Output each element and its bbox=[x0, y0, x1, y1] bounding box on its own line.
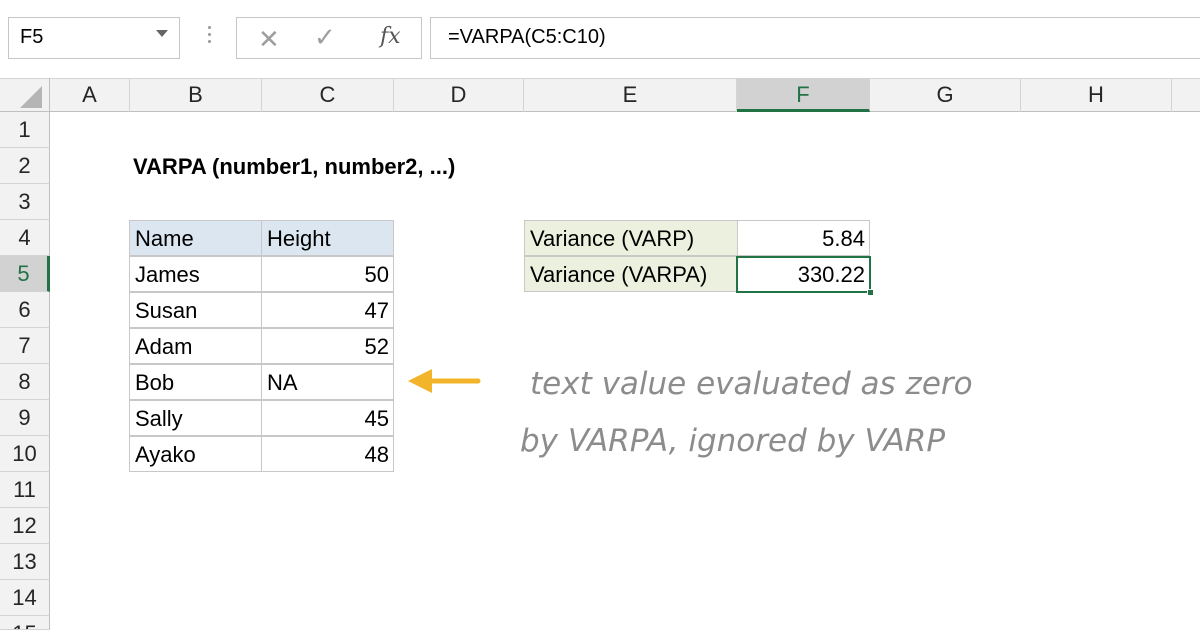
table-cell-name[interactable]: Ayako bbox=[129, 436, 262, 472]
row-header-8[interactable]: 8 bbox=[0, 364, 50, 400]
table-cell-height[interactable]: 45 bbox=[261, 400, 394, 436]
row-header-1[interactable]: 1 bbox=[0, 112, 50, 148]
column-header-c[interactable]: C bbox=[262, 78, 394, 112]
column-header-b[interactable]: B bbox=[130, 78, 262, 112]
column-header-g[interactable]: G bbox=[870, 78, 1021, 112]
column-header-h[interactable]: H bbox=[1021, 78, 1172, 112]
drag-handle-icon[interactable] bbox=[208, 26, 212, 50]
table-cell-name[interactable]: Susan bbox=[129, 292, 262, 328]
table-cell-height[interactable]: 47 bbox=[261, 292, 394, 328]
row-header-13[interactable]: 13 bbox=[0, 544, 50, 580]
table-cell-name[interactable]: Bob bbox=[129, 364, 262, 400]
table-cell-name[interactable]: James bbox=[129, 256, 262, 292]
column-header-a[interactable]: A bbox=[50, 78, 130, 112]
row-header-4[interactable]: 4 bbox=[0, 220, 50, 256]
table-header-height[interactable]: Height bbox=[261, 220, 394, 256]
row-header-7[interactable]: 7 bbox=[0, 328, 50, 364]
select-all-icon[interactable] bbox=[20, 86, 42, 108]
insert-function-icon[interactable]: fx bbox=[380, 24, 401, 49]
row-header-11[interactable]: 11 bbox=[0, 472, 50, 508]
row-header-5[interactable]: 5 bbox=[0, 256, 50, 292]
checkmark-icon[interactable]: ✓ bbox=[314, 22, 336, 53]
column-header-d[interactable]: D bbox=[394, 78, 524, 112]
name-box-value: F5 bbox=[20, 26, 44, 48]
formula-value: =VARPA(C5:C10) bbox=[448, 26, 606, 48]
table-cell-name[interactable]: Sally bbox=[129, 400, 262, 436]
row-header-10[interactable]: 10 bbox=[0, 436, 50, 472]
table-cell-name[interactable]: Adam bbox=[129, 328, 262, 364]
note-line-2: by VARPA, ignored by VARP bbox=[520, 423, 946, 459]
result-value-varp[interactable]: 5.84 bbox=[737, 220, 870, 256]
table-cell-height[interactable]: 48 bbox=[261, 436, 394, 472]
note-line-1: text value evaluated as zero bbox=[530, 366, 973, 402]
chevron-down-icon[interactable] bbox=[156, 30, 168, 37]
result-label-varpa[interactable]: Variance (VARPA) bbox=[524, 256, 738, 292]
row-header-15[interactable]: 15 bbox=[0, 616, 50, 630]
sheet-title[interactable]: VARPA (number1, number2, ...) bbox=[133, 149, 455, 185]
row-header-3[interactable]: 3 bbox=[0, 184, 50, 220]
table-header-name[interactable]: Name bbox=[129, 220, 262, 256]
fill-handle[interactable] bbox=[867, 289, 874, 296]
column-header-f[interactable]: F bbox=[737, 78, 870, 112]
result-label-varp[interactable]: Variance (VARP) bbox=[524, 220, 738, 256]
column-header-e[interactable]: E bbox=[524, 78, 737, 112]
row-header-6[interactable]: 6 bbox=[0, 292, 50, 328]
row-header-14[interactable]: 14 bbox=[0, 580, 50, 616]
table-cell-height[interactable]: 52 bbox=[261, 328, 394, 364]
row-header-12[interactable]: 12 bbox=[0, 508, 50, 544]
arrow-left-icon bbox=[408, 369, 481, 393]
active-cell-border[interactable] bbox=[736, 256, 871, 293]
close-icon[interactable]: ✕ bbox=[258, 24, 280, 55]
row-header-2[interactable]: 2 bbox=[0, 148, 50, 184]
row-header-9[interactable]: 9 bbox=[0, 400, 50, 436]
table-cell-height[interactable]: 50 bbox=[261, 256, 394, 292]
table-cell-height-text[interactable]: NA bbox=[261, 364, 394, 400]
